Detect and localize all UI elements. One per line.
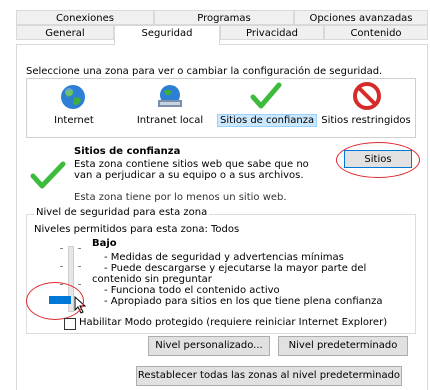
tab-opciones-avanzadas[interactable]: Opciones avanzadas	[294, 10, 428, 25]
selected-zone-check-icon	[30, 161, 66, 189]
default-level-button[interactable]: Nivel predeterminado	[278, 336, 408, 356]
tab-privacidad[interactable]: Privacidad	[220, 25, 324, 40]
protected-mode-label[interactable]: Habilitar Modo protegido (requiere reini…	[79, 317, 387, 328]
reset-all-zones-button[interactable]: Restablecer todas las zonas al nivel pre…	[136, 366, 402, 386]
slider-tick	[78, 266, 81, 267]
level-bullet: - Medidas de seguridad y advertencias mí…	[104, 252, 344, 263]
annotation-circle-sites	[336, 142, 420, 178]
zone-instruction: Seleccione una zona para ver o cambiar l…	[26, 66, 383, 77]
zone-intranet-label: Intranet local	[136, 115, 204, 126]
selected-zone-note: Esta zona tiene por lo menos un sitio we…	[74, 192, 287, 203]
protected-mode-checkbox[interactable]	[64, 318, 76, 330]
tab-contenido[interactable]: Contenido	[324, 25, 428, 40]
checkmark-icon	[250, 82, 282, 109]
selected-zone-title: Sitios de confianza	[74, 146, 181, 157]
level-bullet: contenido sin preguntar	[92, 274, 212, 285]
tab-programas[interactable]: Programas	[154, 10, 294, 25]
zone-internet[interactable]: Internet	[31, 79, 117, 137]
zone-intranet-local[interactable]: Intranet local	[125, 79, 215, 137]
tab-general[interactable]: General	[16, 25, 114, 40]
slider-tick	[60, 266, 63, 267]
security-level-group-label: Nivel de seguridad para esta zona	[34, 207, 210, 218]
zone-confianza-label: Sitios de confianza	[217, 114, 318, 127]
slider-tick	[78, 248, 81, 249]
slider-tick	[78, 284, 81, 285]
security-level-name: Bajo	[92, 238, 117, 249]
zone-internet-label: Internet	[54, 115, 94, 126]
annotation-circle-slider	[26, 282, 84, 320]
globe-icon	[61, 85, 85, 109]
custom-level-button[interactable]: Nivel personalizado...	[148, 336, 270, 356]
tab-conexiones[interactable]: Conexiones	[16, 10, 154, 25]
zone-selector: Internet Intranet local Sitios de confia…	[26, 78, 416, 138]
selected-zone-description-1: Esta zona contiene sitios web que sabe q…	[74, 159, 309, 170]
zone-sitios-confianza[interactable]: Sitios de confianza	[217, 79, 318, 137]
allowed-levels-text: Niveles permitidos para esta zona: Todos	[34, 224, 240, 235]
level-bullet: - Puede descargarse y ejecutarse la mayo…	[104, 263, 367, 274]
selected-zone-description-2: van a perjudicar a su equipo o a sus arc…	[74, 170, 304, 181]
slider-tick	[60, 248, 63, 249]
no-entry-icon	[353, 82, 381, 110]
level-bullet: - Apropiado para sitios en los que tiene…	[104, 296, 383, 307]
intranet-icon	[158, 85, 182, 107]
level-bullet: - Funciona todo el contenido activo	[104, 285, 280, 296]
zone-restringidos-label: Sitios restringidos	[321, 115, 411, 126]
zone-sitios-restringidos[interactable]: Sitios restringidos	[319, 79, 413, 137]
tab-seguridad[interactable]: Seguridad	[114, 25, 220, 45]
